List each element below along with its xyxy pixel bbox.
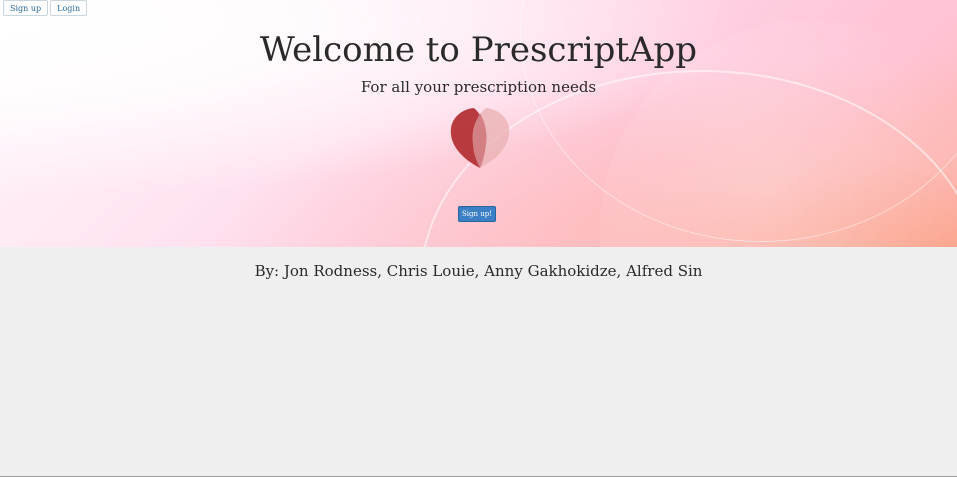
hero-banner: Sign up Login Welcome to PrescriptApp Fo…	[0, 0, 957, 247]
nav-signup-button[interactable]: Sign up	[3, 0, 49, 16]
page-title: Welcome to PrescriptApp	[259, 30, 698, 70]
signup-cta-button[interactable]: Sign up!	[458, 206, 496, 222]
nav-login-button[interactable]: Login	[50, 0, 88, 16]
credits-text: By: Jon Rodness, Chris Louie, Anny Gakho…	[254, 262, 703, 280]
page: Sign up Login Welcome to PrescriptApp Fo…	[0, 0, 957, 477]
page-subtitle: For all your prescription needs	[360, 78, 597, 96]
top-nav: Sign up Login	[3, 0, 88, 16]
leaf-heart-logo-icon	[450, 108, 510, 168]
